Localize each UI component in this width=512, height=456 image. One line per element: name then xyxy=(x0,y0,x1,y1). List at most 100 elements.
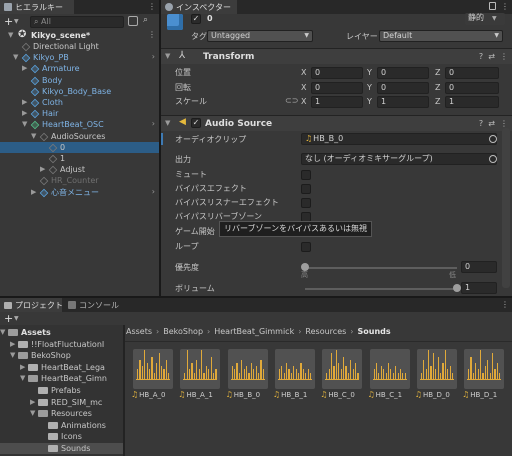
chevron-down-icon[interactable]: ▼ xyxy=(13,53,21,61)
transform-header[interactable]: ▼ ⅄ Transform ? ⇄ ⋮ xyxy=(161,48,512,64)
folder-tree-item[interactable]: Icons xyxy=(0,431,123,442)
hierarchy-menu-icon[interactable]: ⋮ xyxy=(148,2,156,11)
breadcrumb-item[interactable]: HeartBeat_Gimmick xyxy=(214,327,294,336)
transform-x-input[interactable]: 0 xyxy=(311,67,363,79)
hierarchy-item[interactable]: 0 xyxy=(0,141,159,153)
transform-y-input[interactable]: 1 xyxy=(377,96,429,108)
chevron-down-icon[interactable]: ▼ xyxy=(14,315,19,322)
audio-waveform-thumbnail[interactable] xyxy=(274,349,315,389)
audio-waveform-thumbnail[interactable] xyxy=(133,349,173,389)
chevron-right-icon[interactable]: ▶ xyxy=(31,188,39,196)
bypass-listener-checkbox[interactable] xyxy=(301,198,311,208)
breadcrumb-item[interactable]: Assets xyxy=(126,327,152,336)
static-toggle[interactable]: 静的 ▼ xyxy=(465,13,505,25)
tab-inspector[interactable]: インスペクター xyxy=(161,0,237,14)
search-options-icon[interactable]: ⌕ xyxy=(143,15,148,25)
breadcrumb-item[interactable]: Resources xyxy=(305,327,346,336)
audio-waveform-thumbnail[interactable] xyxy=(416,349,457,389)
component-menu-icon[interactable]: ⋮ xyxy=(500,52,508,61)
asset-label[interactable]: ♫HB_A_0 xyxy=(131,390,175,399)
loop-checkbox[interactable] xyxy=(301,242,311,252)
help-icon[interactable]: ? xyxy=(479,119,483,128)
hierarchy-item[interactable]: Body xyxy=(0,75,159,86)
priority-input[interactable]: 0 xyxy=(461,261,497,273)
transform-y-input[interactable]: 0 xyxy=(377,67,429,79)
hierarchy-item[interactable]: Directional Light xyxy=(0,41,159,52)
constrain-proportions-icon[interactable]: ⊂⊃ xyxy=(285,96,298,105)
folder-tree-item[interactable]: ▼ BekoShop xyxy=(0,350,123,361)
folder-tree-item[interactable]: Sounds xyxy=(0,443,123,454)
scene-menu-icon[interactable]: ⋮ xyxy=(148,30,156,39)
inspector-scrollbar[interactable] xyxy=(502,128,510,288)
chevron-down-icon[interactable]: ▼ xyxy=(165,52,173,60)
hierarchy-item[interactable]: 1 xyxy=(0,153,159,164)
chevron-down-icon[interactable]: ▼ xyxy=(30,409,38,417)
tab-project[interactable]: プロジェクト xyxy=(0,298,63,312)
hierarchy-search-input[interactable]: ⌕ All xyxy=(30,16,124,28)
tag-dropdown[interactable]: Untagged ▼ xyxy=(207,30,313,42)
chevron-right-icon[interactable]: ▶ xyxy=(22,64,30,72)
hierarchy-item[interactable]: ▶ Armature xyxy=(0,63,159,74)
object-name-field[interactable]: 0 xyxy=(207,13,213,24)
hierarchy-item[interactable]: ▼ Kikyo_PB › xyxy=(0,52,159,63)
asset-label[interactable]: ♫HB_D_1 xyxy=(462,390,506,399)
hierarchy-item[interactable]: HR_Counter xyxy=(0,175,159,186)
chevron-right-icon[interactable]: ▶ xyxy=(40,165,48,173)
output-field[interactable]: なし (オーディオミキサーグループ) xyxy=(301,153,497,165)
layer-dropdown[interactable]: Default ▼ xyxy=(379,30,503,42)
object-picker-icon[interactable] xyxy=(489,155,497,163)
asset-label[interactable]: ♫HB_B_0 xyxy=(226,390,270,399)
asset-label[interactable]: ♫HB_C_0 xyxy=(320,390,364,399)
audio-source-header[interactable]: ▼ ◀ ✓ Audio Source ? ⇄ ⋮ xyxy=(161,115,512,131)
audio-waveform-thumbnail[interactable] xyxy=(180,349,221,389)
object-picker-icon[interactable] xyxy=(489,135,497,143)
chevron-down-icon[interactable]: ▼ xyxy=(0,328,8,336)
breadcrumb-item[interactable]: BekoShop xyxy=(163,327,203,336)
lock-icon[interactable] xyxy=(489,2,496,10)
chevron-down-icon[interactable]: ▼ xyxy=(20,374,28,382)
transform-x-input[interactable]: 0 xyxy=(311,81,363,94)
folder-tree-item[interactable]: ▼ HeartBeat_Gimn xyxy=(0,373,123,384)
chevron-right-icon[interactable]: ▶ xyxy=(20,363,28,371)
chevron-right-icon[interactable]: ▶ xyxy=(10,340,18,348)
audio-waveform-thumbnail[interactable] xyxy=(369,349,410,389)
folder-tree-item[interactable]: ▼ Assets xyxy=(0,327,123,338)
chevron-down-icon[interactable]: ▼ xyxy=(22,120,30,128)
transform-x-input[interactable]: 1 xyxy=(311,96,363,108)
scene-visibility-icon[interactable] xyxy=(128,16,138,26)
bypass-effects-checkbox[interactable] xyxy=(301,184,311,194)
audio-waveform-thumbnail[interactable] xyxy=(227,349,268,389)
breadcrumb-item[interactable]: Sounds xyxy=(357,327,390,336)
chevron-right-icon[interactable]: ▶ xyxy=(22,98,30,106)
folder-tree-item[interactable]: ▶ RED_SIM_mc xyxy=(0,397,123,408)
audio-clip-field[interactable]: ♫HB_B_0 xyxy=(301,133,497,145)
transform-z-input[interactable]: 0 xyxy=(445,67,499,79)
chevron-right-icon[interactable]: ▶ xyxy=(22,109,30,117)
chevron-down-icon[interactable]: ▼ xyxy=(31,132,39,140)
tab-console[interactable]: コンソール xyxy=(64,298,120,312)
volume-slider-track[interactable] xyxy=(305,288,457,290)
chevron-down-icon[interactable]: ▼ xyxy=(165,119,173,127)
folder-tree-item[interactable]: ▶ HeartBeat_Lega xyxy=(0,362,123,373)
component-menu-icon[interactable]: ⋮ xyxy=(500,119,508,128)
chevron-right-icon[interactable]: › xyxy=(152,52,155,61)
preset-icon[interactable]: ⇄ xyxy=(488,52,495,61)
asset-label[interactable]: ♫HB_A_1 xyxy=(178,390,222,399)
audio-enabled-checkbox[interactable]: ✓ xyxy=(191,118,201,128)
hierarchy-item[interactable]: ▼ HeartBeat_OSC › xyxy=(0,119,159,130)
volume-slider-thumb[interactable] xyxy=(453,284,461,292)
volume-input[interactable]: 1 xyxy=(461,282,497,294)
folder-tree-item[interactable]: Animations xyxy=(0,420,123,431)
transform-z-input[interactable]: 0 xyxy=(445,81,499,94)
folder-tree-item[interactable]: Prefabs xyxy=(0,385,123,396)
transform-z-input[interactable]: 1 xyxy=(445,96,499,108)
inspector-menu-icon[interactable]: ⋮ xyxy=(501,2,509,11)
hierarchy-item[interactable]: ▼ AudioSources xyxy=(0,131,159,142)
audio-waveform-thumbnail[interactable] xyxy=(464,349,505,389)
project-menu-icon[interactable]: ⋮ xyxy=(501,300,509,309)
hierarchy-item[interactable]: Kikyo_Body_Base xyxy=(0,86,159,97)
chevron-down-icon[interactable]: ▼ xyxy=(14,18,19,25)
hierarchy-item[interactable]: ▶ 心音メニュー › xyxy=(0,187,159,198)
project-add-button[interactable]: + xyxy=(4,312,13,325)
transform-y-input[interactable]: 0 xyxy=(377,81,429,94)
